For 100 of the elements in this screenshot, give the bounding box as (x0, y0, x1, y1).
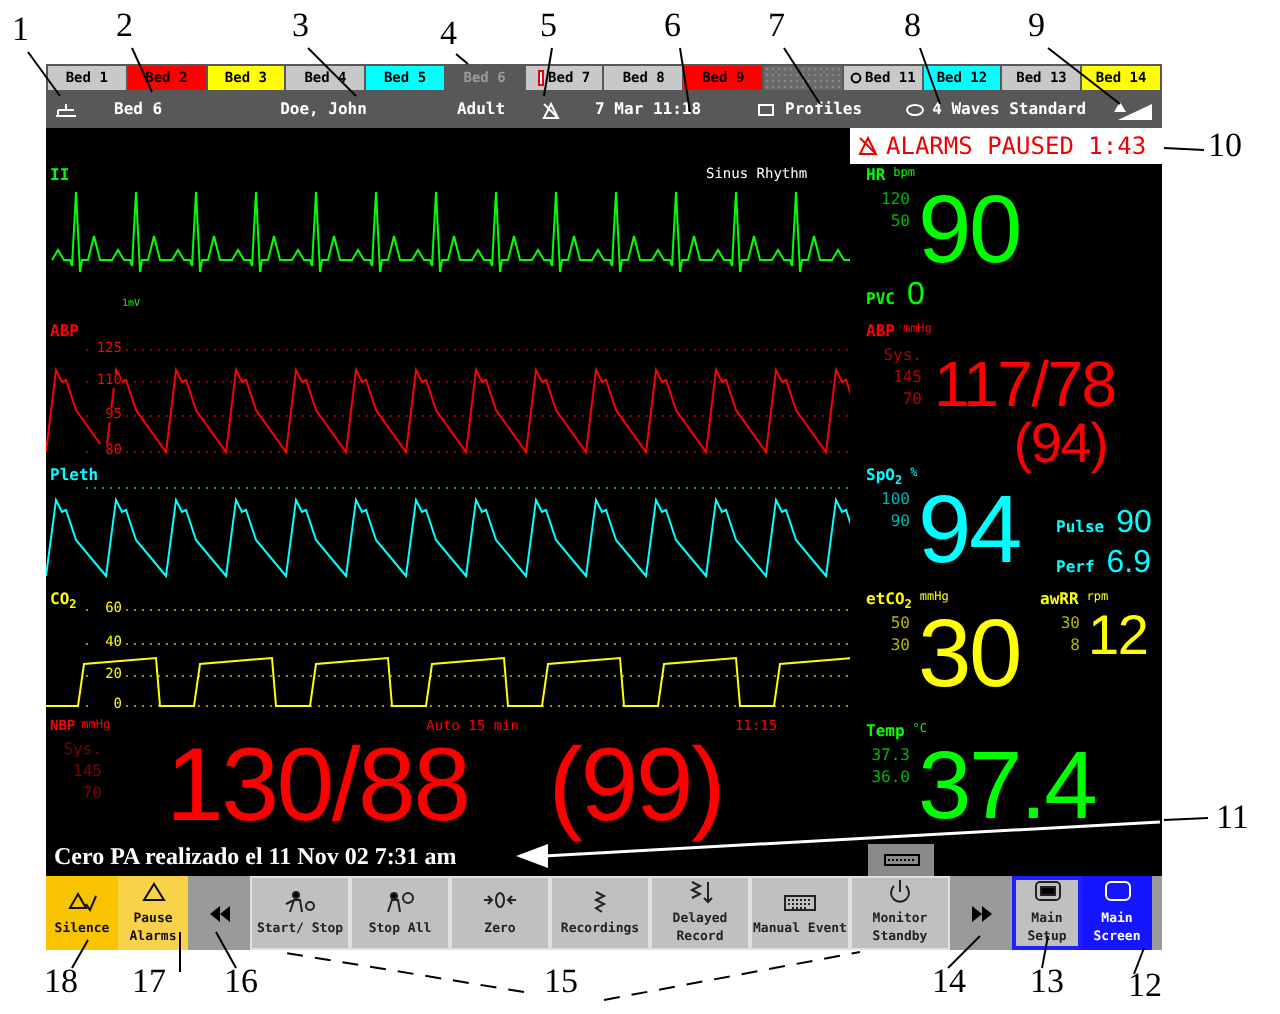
wave-label: II (50, 168, 70, 184)
double-left-icon (209, 905, 229, 921)
callout-number: 6 (664, 8, 681, 42)
profiles-label: Profiles (785, 102, 863, 118)
param-value: 94 (918, 484, 1020, 580)
param-label: ABP (866, 324, 895, 340)
leader-line (919, 47, 941, 105)
callout-number: 7 (768, 8, 785, 42)
param-value: 90 (1116, 508, 1152, 540)
card-icon (757, 104, 774, 116)
param-value: 30 (918, 608, 1020, 704)
callout-number: 17 (132, 964, 166, 998)
alarm-limit: 70 (902, 388, 922, 410)
callout-number: 9 (1028, 8, 1045, 42)
alarm-off-icon (541, 101, 560, 119)
param-value: 0 (906, 280, 925, 312)
alarm-limit: 145 (73, 760, 102, 782)
person-stop-icon (384, 889, 416, 913)
param-label: HR (866, 168, 886, 184)
alarm-limit: 30 (890, 634, 910, 656)
param-value: 90 (918, 184, 1020, 280)
callout-number: 3 (292, 8, 309, 42)
keyboard-tab[interactable] (868, 844, 934, 876)
callout-number: 4 (440, 16, 457, 50)
leader-line (543, 47, 553, 97)
alarm-source: Sys. (63, 738, 102, 760)
alarm-check-icon (66, 889, 98, 913)
callout-number: 16 (224, 964, 258, 998)
volume-ramp-icon (1110, 100, 1154, 120)
leader-line (1047, 47, 1121, 105)
param-label: Pulse (1056, 516, 1105, 540)
wave-label: Pleth (50, 468, 99, 484)
alarm-limit: 120 (881, 188, 910, 210)
keyboard-icon (883, 854, 919, 866)
param-value: 12 (1088, 608, 1148, 664)
leader-line (455, 53, 469, 65)
keyboard-icon (784, 889, 816, 913)
alarm-limit: 145 (893, 366, 922, 388)
alarm-off-icon (858, 136, 878, 156)
callout-number: 11 (1216, 800, 1249, 834)
param-label: Perf (1056, 556, 1095, 580)
leader-line (783, 47, 821, 105)
power-icon (884, 880, 916, 904)
bed-label: Bed 6 (114, 102, 163, 118)
person-gear-icon (284, 889, 316, 913)
mean-value: (94) (1013, 416, 1108, 472)
wave-label: ABP (50, 324, 79, 340)
alarm-bell-icon (137, 880, 169, 904)
callout-number: 15 (544, 964, 578, 998)
param-label: etCO$_{2}$ (866, 592, 912, 608)
network-icon (54, 102, 78, 118)
param-label: PVC (866, 288, 895, 312)
status-message: Cero PA realizado el 11 Nov 02 7:31 am (54, 844, 457, 868)
leader-line (179, 931, 181, 973)
bed-tab[interactable] (764, 66, 842, 90)
callout-number: 8 (904, 8, 921, 42)
patient-name: Doe, John (280, 102, 367, 118)
loop-icon (849, 72, 862, 84)
alarm-limit: 50 (890, 612, 910, 634)
leader-line (1163, 147, 1205, 151)
nbp-mean: (99) (548, 734, 724, 838)
callout-number: 14 (932, 964, 966, 998)
profile-name: 4 Waves Standard (932, 102, 1087, 118)
alarm-limit: 30 (1060, 612, 1080, 634)
leader-line (27, 51, 61, 97)
callout-number: 2 (116, 8, 133, 42)
param-value: 6.9 (1106, 548, 1152, 580)
callout-number: 1 (12, 12, 29, 46)
alarm-limit: 70 (82, 782, 102, 804)
callout-number: 18 (44, 964, 78, 998)
alarm-limit: 90 (890, 510, 910, 532)
leader-line (71, 939, 89, 969)
patient-category: Adult (456, 102, 506, 118)
param-value: 117/78 (934, 352, 1116, 416)
param-label: Temp (866, 724, 905, 740)
alarm-limit: 8 (1070, 634, 1080, 656)
oval-icon (906, 104, 925, 116)
leader-line (947, 935, 981, 969)
monitor-icon (1031, 880, 1063, 904)
flag-icon (538, 70, 545, 86)
alarm-source: Sys. (883, 344, 922, 366)
double-right-icon (971, 905, 991, 921)
alarm-limit: 50 (890, 210, 910, 232)
callout-number: 12 (1128, 968, 1162, 1002)
alarm-limit: 37.3 (871, 744, 910, 766)
leader-line (215, 931, 237, 969)
alarms-paused-banner: ALARMS PAUSED 1:43 (850, 128, 1162, 164)
callout-number: 10 (1208, 128, 1242, 162)
wave-label: CO$_{2}$ (50, 592, 77, 608)
leader-line (1133, 947, 1145, 975)
alarm-limit: 36.0 (871, 766, 910, 788)
leader-line (307, 47, 357, 97)
callout-number: 5 (540, 8, 557, 42)
nbp-value: 130/88 (166, 734, 469, 838)
date-time: 7 Mar 11:18 (595, 102, 702, 118)
zero-arrows-icon (484, 889, 516, 913)
param-label: awRR (1040, 592, 1079, 608)
param-label: SpO$_{2}$ (866, 468, 903, 484)
param-value: 37.4 (918, 740, 1096, 836)
screen-icon (1101, 880, 1133, 904)
